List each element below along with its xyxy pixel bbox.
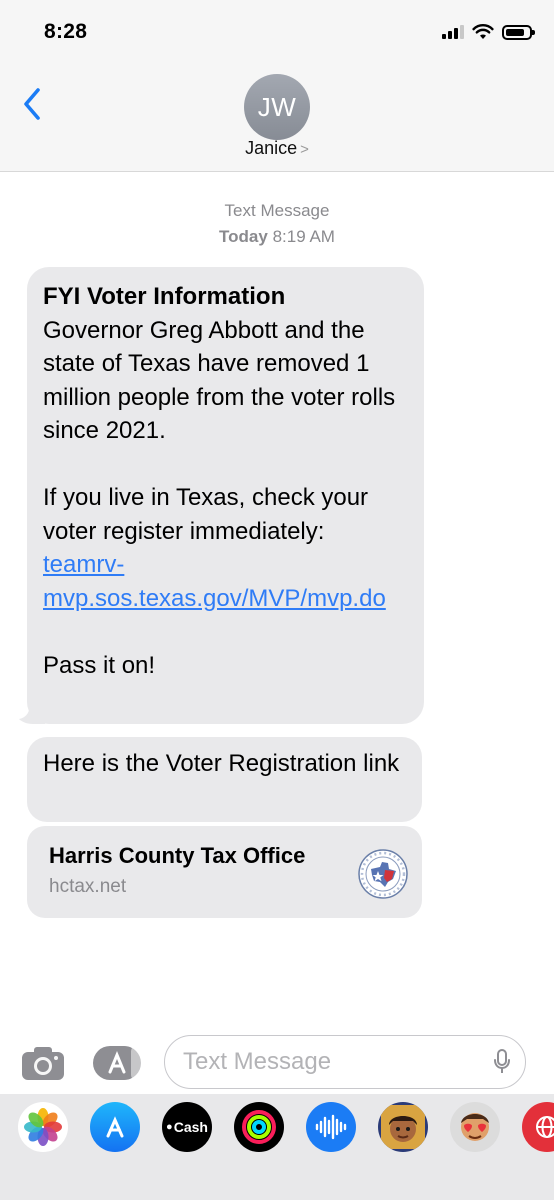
audio-message-icon[interactable]	[306, 1102, 356, 1152]
status-time: 8:28	[44, 20, 88, 43]
app-store-button[interactable]	[92, 1045, 142, 1081]
harris-county-seal-icon	[358, 849, 408, 899]
message-title: FYI Voter Information	[43, 283, 286, 310]
back-button[interactable]	[18, 84, 48, 124]
incoming-message-bubble[interactable]: Here is the Voter Registration link	[27, 737, 422, 822]
message-service-label: Text Message	[224, 201, 330, 220]
timestamp-day: Today	[219, 227, 268, 246]
wifi-icon	[472, 24, 494, 39]
app-store-icon[interactable]	[90, 1102, 140, 1152]
contact-avatar[interactable]: JW	[244, 74, 310, 140]
apple-logo-icon: ●	[166, 1121, 173, 1133]
conversation-header: JW Janice >	[0, 62, 554, 172]
message-composer[interactable]	[164, 1035, 526, 1089]
link-preview-card[interactable]: Harris County Tax Office hctax.net	[27, 826, 422, 918]
contact-name: Janice	[245, 138, 298, 158]
message-paragraph: Governor Greg Abbott and the state of Te…	[43, 316, 396, 445]
chevron-right-icon: >	[300, 141, 309, 158]
message-text: Here is the Voter Registration link	[43, 750, 400, 777]
photos-icon[interactable]	[18, 1102, 68, 1152]
apple-cash-label: Cash	[173, 1119, 208, 1135]
apple-cash-icon[interactable]: ● Cash	[162, 1102, 212, 1152]
camera-button[interactable]	[20, 1044, 66, 1082]
web-icon[interactable]	[522, 1102, 554, 1152]
status-icons	[442, 22, 535, 42]
incoming-message-bubble[interactable]: FYI Voter Information Governor Greg Abbo…	[27, 267, 424, 724]
message-text: If you live in Texas, check your voter r…	[43, 484, 369, 545]
battery-icon	[502, 24, 535, 40]
memoji-stickers-icon[interactable]	[450, 1102, 500, 1152]
cellular-signal-icon	[442, 25, 464, 39]
imessage-app-drawer: ● Cash	[0, 1094, 554, 1200]
contact-name-button[interactable]: Janice >	[0, 138, 554, 159]
status-bar: 8:28	[0, 0, 554, 62]
message-paragraph-with-link: If you live in Texas, check your voter r…	[43, 481, 408, 615]
timestamp-time: 8:19 AM	[272, 227, 335, 246]
message-closing: Pass it on!	[43, 651, 156, 679]
memoji-icon[interactable]	[378, 1102, 428, 1152]
message-input[interactable]	[183, 1036, 483, 1087]
link-preview-domain: hctax.net	[49, 876, 127, 897]
voter-registration-link[interactable]: teamrv-mvp.sos.texas.gov/MVP/mvp.do	[43, 551, 386, 612]
fitness-icon[interactable]	[234, 1102, 284, 1152]
message-timestamp: Today 8:19 AM	[0, 227, 554, 247]
link-preview-title: Harris County Tax Office	[49, 843, 306, 868]
microphone-icon[interactable]	[493, 1049, 511, 1075]
